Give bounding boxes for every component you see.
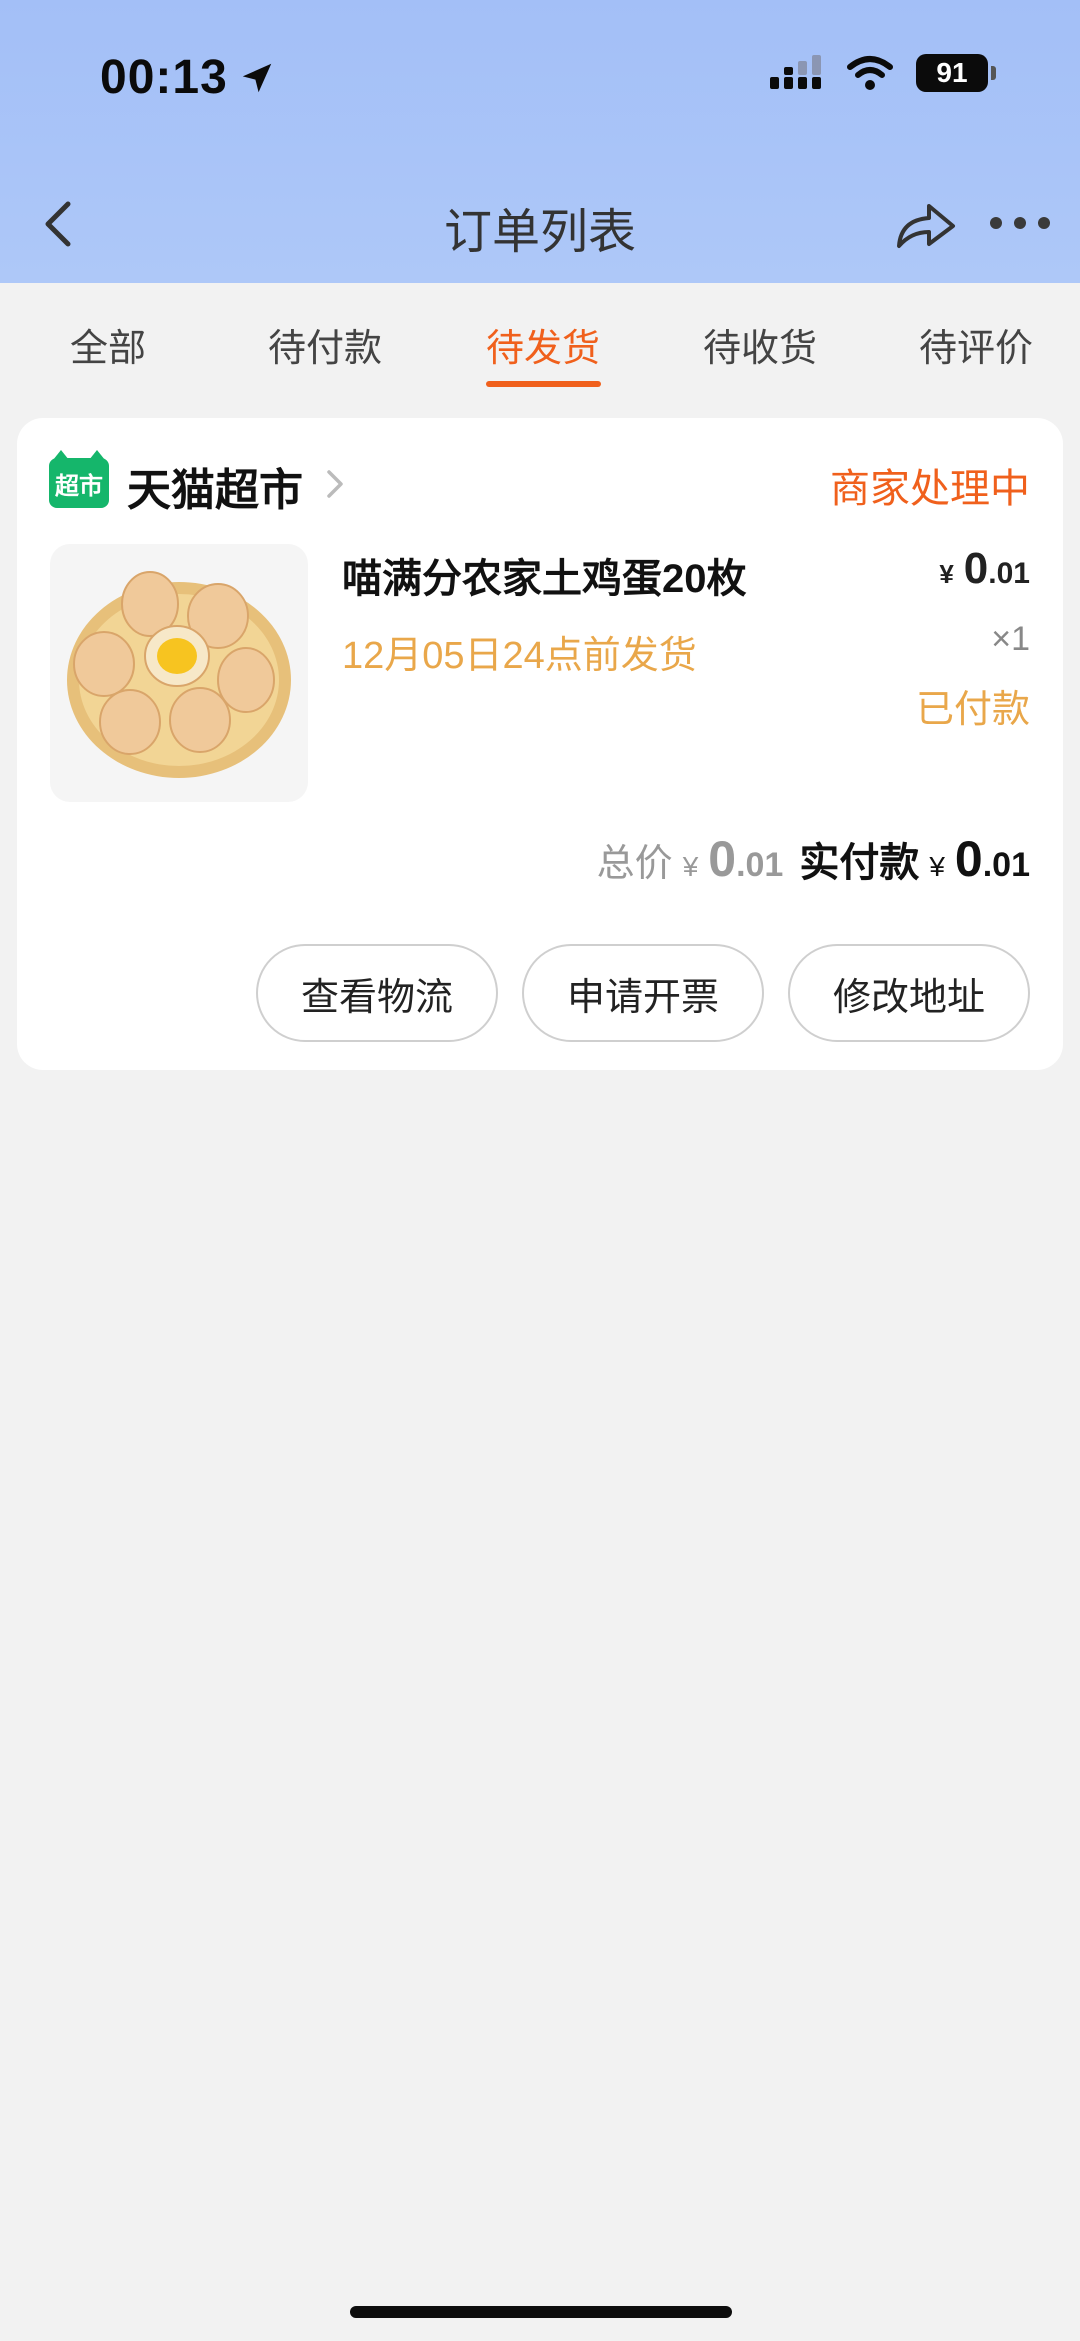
order-status: 商家处理中 <box>830 467 1030 511</box>
product-name[interactable]: 喵满分农家土鸡蛋20枚 <box>342 546 747 604</box>
total-currency: ¥ <box>682 851 699 882</box>
home-indicator[interactable] <box>350 2306 732 2318</box>
unit-price: ¥ 0 .01 <box>939 544 1030 594</box>
wifi-icon <box>847 56 893 90</box>
egg-basket-image <box>67 571 291 778</box>
chevron-right-icon[interactable] <box>323 464 347 504</box>
more-dot <box>1014 217 1026 229</box>
more-icon[interactable] <box>990 208 1050 238</box>
tab-pending-review[interactable]: 待评价 <box>906 317 1046 372</box>
shop-name[interactable]: 天猫超市 <box>127 454 303 518</box>
price-integer: 0 <box>963 544 989 593</box>
share-icon[interactable] <box>893 196 957 252</box>
battery-icon: 91 <box>916 54 996 92</box>
product-image[interactable] <box>50 544 308 802</box>
price-decimal: .01 <box>988 557 1030 590</box>
tab-pending-shipment[interactable]: 待发货 <box>473 317 613 372</box>
active-tab-indicator <box>486 381 601 387</box>
shop-logo: 超市 <box>49 450 109 508</box>
more-dot <box>990 217 1002 229</box>
tab-pending-receipt[interactable]: 待收货 <box>690 317 830 372</box>
total-label: 总价 <box>596 843 673 885</box>
status-time-text: 00:13 <box>100 51 228 104</box>
shipping-deadline: 12月05日24点前发货 <box>342 635 697 677</box>
tab-all[interactable]: 全部 <box>38 317 178 372</box>
order-totals: 总价 ¥ 0 .01 实付款 ¥ 0 .01 <box>597 830 1030 888</box>
paid-amount-label: 实付款 <box>799 841 920 885</box>
total-decimal: .01 <box>736 846 784 884</box>
total-integer: 0 <box>708 831 737 887</box>
modify-address-button[interactable]: 修改地址 <box>788 944 1030 1042</box>
paid-integer: 0 <box>954 831 983 887</box>
status-time: 00:13 <box>100 50 276 105</box>
battery-level: 91 <box>936 57 968 88</box>
status-icons: 91 <box>770 54 996 92</box>
location-arrow-icon <box>242 63 272 92</box>
header: 00:13 91 订单列表 <box>0 0 1080 283</box>
payment-status: 已付款 <box>915 689 1030 731</box>
more-dot <box>1038 217 1050 229</box>
order-card[interactable]: 超市 天猫超市 商家处理中 喵满分农家土鸡蛋20枚 12月05日24点前发货 ¥… <box>17 418 1063 1070</box>
order-tabs: 全部 待付款 待发货 待收货 待评价 <box>0 283 1080 393</box>
signal-icon <box>770 55 821 89</box>
tab-pending-payment[interactable]: 待付款 <box>255 317 395 372</box>
shop-logo-text: 超市 <box>55 472 103 500</box>
price-currency: ¥ <box>939 559 954 589</box>
paid-decimal: .01 <box>982 846 1030 884</box>
request-invoice-button[interactable]: 申请开票 <box>522 944 764 1042</box>
quantity: ×1 <box>991 620 1030 658</box>
view-logistics-button[interactable]: 查看物流 <box>256 944 498 1042</box>
paid-currency: ¥ <box>929 851 945 882</box>
